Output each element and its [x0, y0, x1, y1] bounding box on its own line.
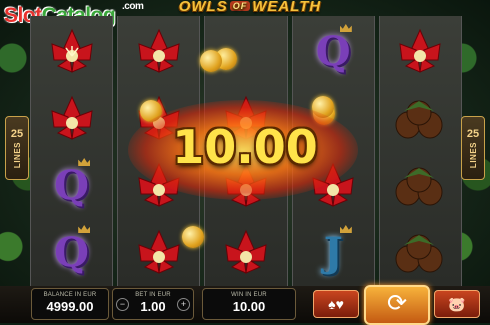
gold-coin-icon: [200, 50, 222, 72]
balance-label: BALANCE IN EUR: [43, 292, 97, 298]
lines-badge-left: 25 LINES: [5, 116, 29, 180]
win-amount-overlay: 10.00: [172, 120, 318, 174]
symbol-q: Q: [31, 152, 112, 219]
letter-q-symbol: Q: [315, 28, 351, 75]
red-flower-icon: [138, 229, 180, 274]
symbol-flower: [31, 18, 112, 85]
red-flower-icon: [225, 229, 267, 274]
bet-increase-button[interactable]: +: [177, 298, 190, 311]
watermark-com: .com: [122, 1, 144, 12]
lines-label: LINES: [12, 141, 22, 169]
lines-count: 25: [466, 127, 480, 140]
symbol-flower: [118, 18, 199, 85]
bet-panel: − BET IN EUR 1.00 +: [112, 288, 194, 320]
letter-q-symbol: Q: [54, 229, 90, 276]
crown-icon: [78, 158, 91, 166]
symbol-q: Q: [293, 18, 374, 85]
hazelnuts-icon: [395, 234, 443, 272]
red-flower-icon: [50, 28, 93, 73]
balance-panel: BALANCE IN EUR 4999.00: [31, 288, 109, 320]
symbol-flower: [380, 18, 461, 85]
bet-label: BET IN EUR: [135, 292, 171, 298]
balance-value: 4999.00: [46, 299, 94, 314]
letter-q-symbol: Q: [54, 162, 90, 209]
letter-j-symbol: J: [323, 229, 343, 276]
crown-icon: [78, 225, 91, 233]
symbol-nuts: [380, 152, 461, 219]
title-owls: OWLS: [178, 0, 228, 15]
symbol-q: Q: [31, 219, 112, 286]
spin-button[interactable]: ⟳: [364, 285, 430, 325]
piggy-bank-icon: 🐷: [448, 296, 466, 312]
hazelnuts-icon: [395, 167, 443, 205]
spin-arrow-icon: ⟳: [386, 290, 408, 317]
red-flower-icon: [138, 28, 180, 73]
lines-label: LINES: [468, 141, 478, 169]
crown-icon: [339, 225, 352, 233]
title-of: OF: [229, 1, 251, 11]
lines-count: 25: [10, 127, 24, 140]
symbol-flower: [31, 85, 112, 152]
red-flower-icon: [50, 95, 93, 140]
symbol-flower: [205, 219, 286, 286]
symbol-j: J: [293, 219, 374, 286]
reel-5: [378, 16, 463, 286]
cards-icon: ♠♥: [328, 296, 344, 312]
symbol-nuts: [380, 219, 461, 286]
lines-badge-right: 25 LINES: [461, 116, 485, 180]
gamble-button[interactable]: ♠♥: [313, 290, 359, 318]
crown-icon: [339, 24, 352, 32]
title-wealth: WEALTH: [252, 0, 322, 15]
win-label: WIN IN EUR: [231, 292, 267, 298]
win-value: 10.00: [232, 299, 266, 314]
reel-1: Q Q: [30, 16, 114, 286]
win-panel: WIN IN EUR 10.00: [202, 288, 296, 320]
gold-coin-icon: [182, 226, 204, 248]
hazelnuts-icon: [395, 100, 443, 138]
bet-decrease-button[interactable]: −: [116, 298, 129, 311]
symbol-nuts: [380, 85, 461, 152]
red-flower-icon: [399, 28, 442, 73]
piggy-bank-button[interactable]: 🐷: [434, 290, 480, 318]
